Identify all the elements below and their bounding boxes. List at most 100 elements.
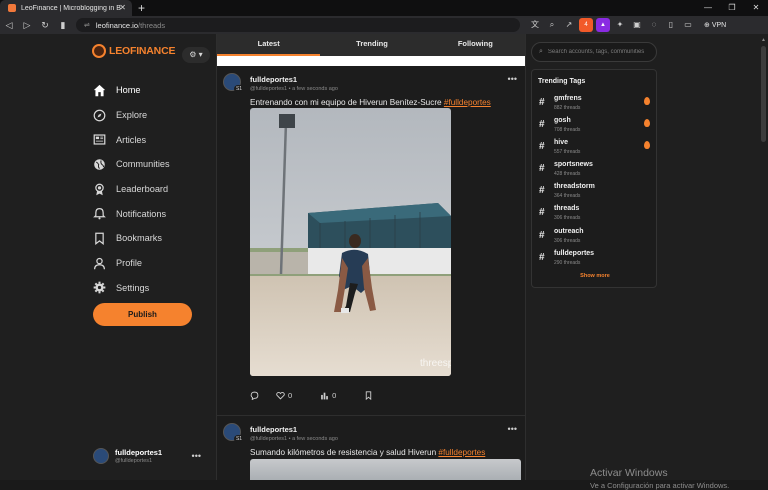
rewards-icon[interactable]: ▲ [596,18,610,32]
bookmark-page-icon[interactable]: ▮ [54,20,72,31]
trending-tag[interactable]: # threads 306 threads [538,204,652,226]
publish-button[interactable]: Publish [93,303,192,326]
brave-shield-icon[interactable]: 4 [579,18,593,32]
nav-item-articles[interactable]: Articles [93,127,170,152]
trending-tag[interactable]: # sportsnews 428 threads [538,160,652,182]
vpn-button[interactable]: ⊕ VPN [704,21,726,29]
reply-icon [250,391,259,400]
tab-following[interactable]: Following [424,34,525,56]
tag-name: threads [554,205,580,213]
post-meta: @fulldeportes1 • a few seconds ago [250,436,338,442]
nav-item-profile[interactable]: Profile [93,251,170,276]
tab-title: LeoFinance | Microblogging in B [21,4,121,12]
share-icon[interactable]: ↗ [562,18,576,32]
minimize-icon[interactable]: — [696,0,720,16]
hash-icon: # [539,141,545,153]
nav-label: Settings [116,282,150,293]
more-icon[interactable]: ••• [192,451,201,461]
post-header: fulldeportes1 @fulldeportes1 • a few sec… [250,75,338,92]
post-handle: @fulldeportes1 [250,86,288,92]
translate-icon[interactable]: 文 [528,18,542,32]
hash-icon: # [539,207,545,219]
tag-name: fulldeportes [554,249,595,257]
browser-tab[interactable]: LeoFinance | Microblogging in B ✕ [0,0,132,16]
zoom-icon[interactable]: ⌕ [545,18,559,32]
nav-item-settings[interactable]: Settings [93,276,170,301]
nav-item-communities[interactable]: Communities [93,152,170,177]
trending-title: Trending Tags [538,78,586,85]
hash-icon: # [539,97,545,108]
forward-icon[interactable]: ▷ [18,20,36,31]
maximize-icon[interactable]: ❐ [720,0,744,16]
fire-icon [644,97,650,105]
post-more-icon[interactable]: ••• [508,424,517,434]
extension-icon[interactable]: ✦ [613,18,627,32]
nav-item-bookmarks[interactable]: Bookmarks [93,226,170,251]
close-tab-icon[interactable]: ✕ [119,3,126,12]
tab-latest[interactable]: Latest [217,34,321,56]
logo[interactable]: LEOFINANCE [92,44,175,58]
url-field[interactable]: ⇌ leofinance.io/threads [76,18,520,32]
bookmark-icon [366,391,372,400]
views-button[interactable]: 0 [320,391,350,400]
wallet-icon[interactable]: ▣ [630,18,644,32]
compass-icon [93,109,106,122]
post-image[interactable] [250,459,521,480]
right-sidebar: ⌕ Trending Tags # gmfrens 882 threads # gos… [526,34,768,480]
new-tab-icon[interactable]: + [138,0,145,16]
nav-label: Articles [116,134,147,145]
bookmark-button[interactable] [364,391,376,400]
chat-icon[interactable]: ◌ [647,18,661,32]
trending-tag[interactable]: # fulldeportes 290 threads [538,249,652,271]
trending-tag[interactable]: # outreach 306 threads [538,227,652,249]
search-box[interactable]: ⌕ [531,42,657,62]
logo-text: LEOFINANCE [109,45,176,57]
nav-item-leaderboard[interactable]: Leaderboard [93,177,170,202]
trending-tag[interactable]: # gosh 708 threads [538,116,652,138]
show-more-link[interactable]: Show more [532,273,658,279]
trending-tag[interactable]: # gmfrens 882 threads [538,94,652,116]
tag-name: gosh [554,117,571,125]
nav-item-notifications[interactable]: Notifications [93,201,170,226]
site-settings-dropdown[interactable]: ⚙ ▾ [182,47,210,63]
post-image[interactable]: threespeak [250,108,451,376]
bar-chart-icon [321,392,329,400]
search-icon: ⌕ [539,48,543,55]
trending-tag[interactable]: # hive 557 threads [538,138,652,160]
post-time: a few seconds ago [292,436,338,442]
search-input[interactable] [547,49,644,55]
reload-icon[interactable]: ↻ [36,20,54,31]
like-button[interactable]: 0 [276,391,306,400]
tab-trending[interactable]: Trending [320,34,423,56]
site-info-icon[interactable]: ⇌ [84,21,90,29]
hashtag-link[interactable]: #fulldeportes [444,98,491,107]
post-author[interactable]: fulldeportes1 [250,75,338,84]
vpn-label: VPN [711,22,727,29]
nav-label: Leaderboard [116,184,169,195]
close-window-icon[interactable]: ✕ [744,0,768,16]
account-name: fulldeportes1 [115,448,163,457]
current-account[interactable]: fulldeportes1 @fulldeportes1 ••• [93,448,201,464]
nav-item-explore[interactable]: Explore [93,103,170,128]
fire-icon [644,141,650,150]
reply-button[interactable] [250,391,262,400]
thread-post: S1 fulldeportes1 @fulldeportes1 • a few … [217,66,525,416]
trending-tag[interactable]: # threadstorm 364 threads [538,182,652,204]
sidebar-toggle-icon[interactable]: ▯ [664,18,678,32]
wallet-panel-icon[interactable]: ▭ [681,18,695,32]
address-bar: ◁ ▷ ↻ ▮ ⇌ leofinance.io/threads 文 ⌕ ↗ 4 … [0,16,768,34]
post-author[interactable]: fulldeportes1 [250,425,338,434]
page-scrollbar[interactable] [761,46,766,142]
scroll-up-icon[interactable]: ▲ [761,37,766,43]
nav-item-home[interactable]: Home [93,78,170,103]
bookmark-icon [93,232,106,245]
lion-logo-icon [92,44,106,58]
back-icon[interactable]: ◁ [0,20,18,31]
post-text: Sumando kilómetros de resistencia y salu… [250,448,485,457]
post-more-icon[interactable]: ••• [508,74,517,84]
post-body: Sumando kilómetros de resistencia y salu… [250,448,439,457]
hashtag-link[interactable]: #fulldeportes [438,448,485,457]
nav-label: Explore [116,110,148,121]
like-count: 0 [288,391,293,400]
post-header: fulldeportes1 @fulldeportes1 • a few sec… [250,425,338,442]
